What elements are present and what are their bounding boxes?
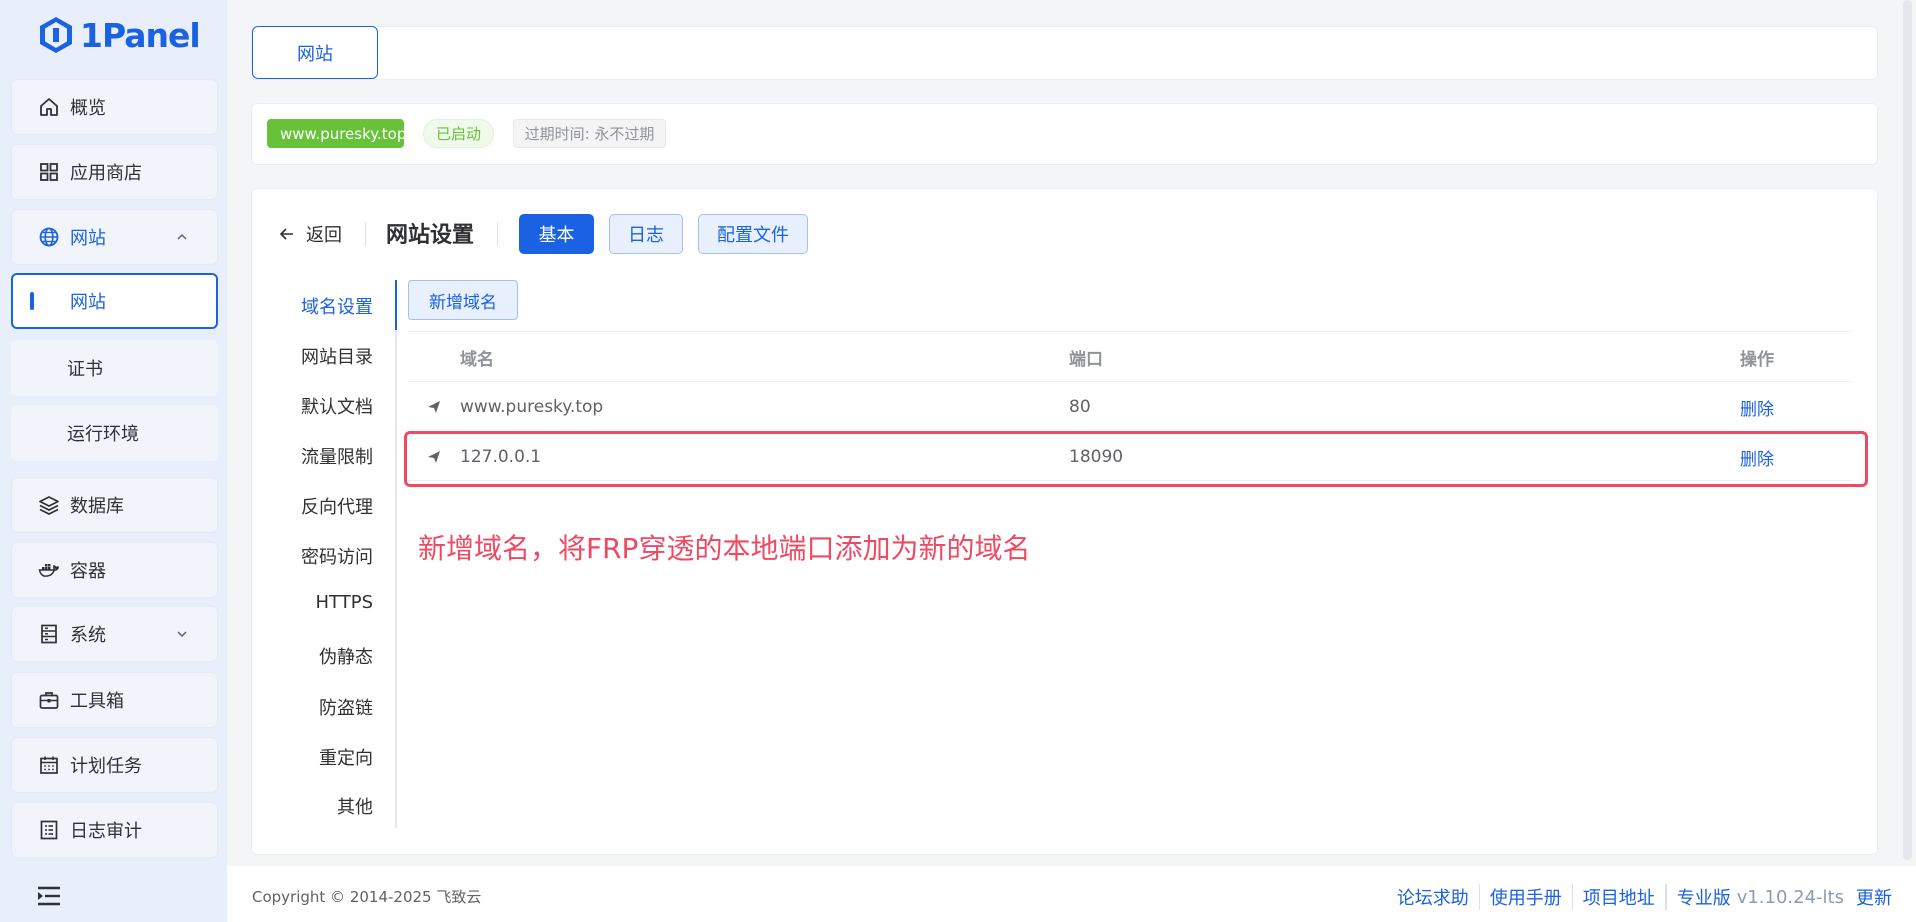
grid-icon — [38, 161, 60, 183]
update-link[interactable]: 更新 — [1856, 884, 1892, 910]
home-icon — [38, 96, 60, 118]
calendar-icon — [38, 754, 60, 776]
settings-menu-active-bar — [395, 280, 397, 330]
menu-item-password-access[interactable]: 密码访问 — [301, 543, 373, 569]
forum-link[interactable]: 论坛求助 — [1387, 884, 1480, 910]
divider — [497, 222, 498, 246]
active-indicator — [30, 292, 34, 310]
domain-cell: www.puresky.top — [460, 397, 604, 417]
delete-button[interactable]: 删除 — [1740, 382, 1774, 432]
sidebar-item-label: 证书 — [67, 359, 103, 380]
sidebar: 1Panel 概览 应用商店 网站 网站 证书 运行环境 数据库 容器 系统 工… — [0, 0, 227, 922]
toolbox-icon — [38, 689, 60, 711]
tab-website[interactable]: 网站 — [252, 26, 378, 79]
sidebar-item-label: 计划任务 — [70, 756, 142, 777]
sidebar-item-label: 概览 — [70, 98, 106, 119]
sidebar-item-website-group[interactable]: 网站 — [11, 209, 218, 265]
collapse-menu-icon[interactable] — [36, 884, 62, 908]
menu-item-site-directory[interactable]: 网站目录 — [301, 343, 373, 369]
menu-item-https[interactable]: HTTPS — [316, 592, 374, 613]
menu-item-hotlink-protection[interactable]: 防盗链 — [319, 694, 373, 720]
port-cell: 80 — [1069, 397, 1091, 417]
version-label: v1.10.24-lts — [1736, 886, 1844, 908]
sidebar-subitem-certificate[interactable]: 证书 — [11, 340, 218, 396]
tab-bar — [251, 26, 1878, 80]
send-icon — [426, 382, 446, 432]
edition-label[interactable]: 专业版 — [1665, 884, 1737, 910]
layers-icon — [38, 494, 60, 516]
server-icon — [38, 623, 60, 645]
docker-icon — [38, 559, 60, 581]
tab-config-file[interactable]: 配置文件 — [698, 214, 808, 254]
project-link[interactable]: 项目地址 — [1573, 884, 1666, 910]
sidebar-item-database[interactable]: 数据库 — [11, 477, 218, 533]
sidebar-item-overview[interactable]: 概览 — [11, 79, 218, 135]
sidebar-item-label: 数据库 — [70, 496, 124, 517]
menu-item-rate-limit[interactable]: 流量限制 — [301, 443, 373, 469]
sidebar-item-cron[interactable]: 计划任务 — [11, 737, 218, 793]
log-icon — [38, 819, 60, 841]
sidebar-item-label: 网站 — [70, 228, 106, 249]
site-info-bar — [251, 103, 1878, 165]
column-header-port: 端口 — [1069, 349, 1103, 370]
scrollbar[interactable] — [1903, 0, 1912, 860]
arrow-left-icon — [279, 228, 293, 240]
sidebar-item-app-store[interactable]: 应用商店 — [11, 144, 218, 200]
sidebar-item-label: 应用商店 — [70, 163, 142, 184]
sidebar-item-label: 网站 — [70, 292, 106, 313]
expire-badge: 过期时间: 永不过期 — [513, 119, 666, 148]
page-title: 网站设置 — [386, 223, 475, 248]
status-badge: 已启动 — [423, 119, 494, 148]
domain-badge: www.puresky.top — [267, 119, 406, 148]
chevron-up-icon — [177, 233, 187, 240]
back-button[interactable]: 返回 — [278, 220, 342, 248]
footer-links: 论坛求助 使用手册 项目地址 专业版 v1.10.24-lts 更新 — [1387, 884, 1892, 910]
sidebar-item-label: 日志审计 — [70, 821, 142, 842]
sidebar-item-toolbox[interactable]: 工具箱 — [11, 672, 218, 728]
divider — [365, 222, 366, 246]
back-label: 返回 — [306, 225, 342, 246]
menu-item-domain-settings[interactable]: 域名设置 — [301, 293, 373, 319]
sidebar-item-log-audit[interactable]: 日志审计 — [11, 802, 218, 858]
add-domain-button[interactable]: 新增域名 — [408, 280, 518, 320]
sidebar-item-container[interactable]: 容器 — [11, 542, 218, 598]
menu-item-rewrite[interactable]: 伪静态 — [319, 643, 373, 669]
tab-basic[interactable]: 基本 — [519, 214, 594, 254]
sidebar-item-label: 运行环境 — [67, 424, 139, 445]
column-header-domain: 域名 — [460, 349, 494, 370]
annotation-highlight-box — [404, 431, 1868, 487]
sidebar-item-system[interactable]: 系统 — [11, 606, 218, 662]
globe-icon — [38, 226, 60, 248]
logo-text: 1Panel — [80, 15, 201, 55]
menu-item-default-document[interactable]: 默认文档 — [301, 393, 373, 419]
logo[interactable]: 1Panel — [38, 12, 201, 58]
chevron-down-icon — [177, 631, 187, 638]
sidebar-item-label: 系统 — [70, 625, 106, 646]
logo-icon — [40, 17, 72, 53]
tab-log[interactable]: 日志 — [609, 214, 683, 254]
sidebar-item-label: 工具箱 — [70, 691, 124, 712]
menu-item-redirect[interactable]: 重定向 — [319, 744, 373, 770]
table-header: 域名 端口 操作 — [408, 331, 1853, 381]
sidebar-subitem-website[interactable]: 网站 — [11, 273, 218, 329]
menu-item-other[interactable]: 其他 — [337, 793, 373, 819]
table-row: www.puresky.top 80 删除 — [408, 381, 1853, 431]
sidebar-item-label: 容器 — [70, 561, 106, 582]
copyright: Copyright © 2014-2025 飞致云 — [252, 888, 482, 906]
annotation-text: 新增域名，将FRP穿透的本地端口添加为新的域名 — [418, 532, 1031, 565]
menu-item-reverse-proxy[interactable]: 反向代理 — [301, 493, 373, 519]
sidebar-subitem-runtime[interactable]: 运行环境 — [11, 405, 218, 461]
column-header-actions: 操作 — [1740, 349, 1774, 370]
settings-menu-track — [395, 280, 397, 828]
manual-link[interactable]: 使用手册 — [1480, 884, 1573, 910]
